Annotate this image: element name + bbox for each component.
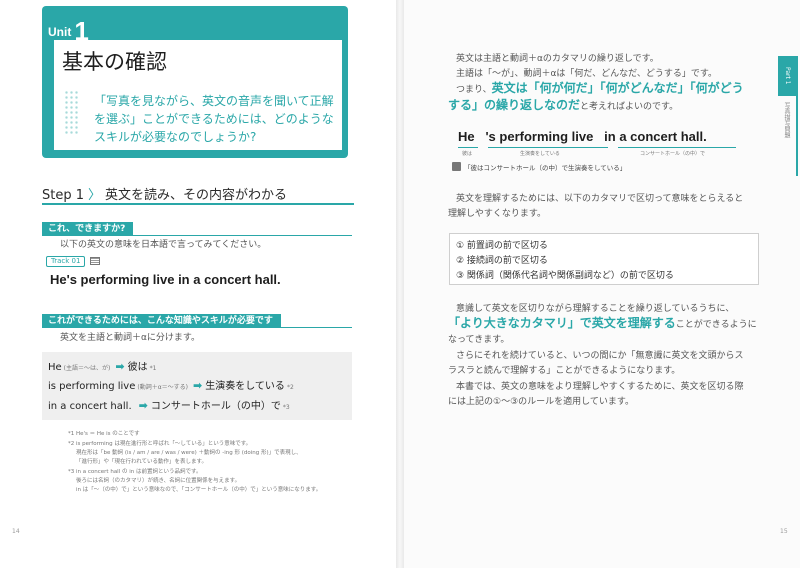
footnote: 現在形は「be 動詞 (is / am / are / was / were) … — [76, 450, 302, 456]
highlight-span: する」の繰り返しなのだ — [448, 98, 581, 112]
row-english: in a concert hall. — [48, 401, 132, 412]
row-japanese: 彼は — [127, 362, 148, 373]
section-side-label: 写真描写問題 — [783, 102, 790, 138]
paragraph-line: さらにそれを続けていると、いつの間にか「無意識に英文を文頭からス — [456, 351, 744, 361]
footnote: in は「〜（の中）で」という意味なので、「コンサートホール（の中）で」という意… — [76, 487, 322, 493]
highlight-span: 英文は「何が何だ」「何がどんなだ」「何がどう — [491, 81, 744, 95]
unit-question: 「写真を見ながら、英文の音声を聞いて正解を選ぶ」ことができるためには、どのような… — [94, 94, 334, 144]
example-sentence: He's performing live in a concert hall. — [50, 272, 281, 287]
row-footnote-ref: *2 — [286, 384, 294, 391]
part-tab[interactable]: Part 1 — [778, 56, 796, 96]
needs-tag: これができるためには、こんな知識やスキルが必要です — [42, 314, 281, 328]
breakdown-row: He (主語＝〜は、が) ➡ 彼は *1 — [48, 358, 158, 373]
chunk-underline — [488, 147, 608, 148]
arrow-right-icon: ➡ — [193, 379, 203, 392]
needs-rule — [42, 327, 352, 328]
chunk: 's performing live — [485, 129, 594, 144]
text-span: つまり、 — [456, 85, 492, 95]
paragraph-line: 理解しやすくなります。 — [448, 209, 547, 219]
step-label: Step 1 — [42, 188, 85, 203]
breakdown-row: is performing live (動詞＋α＝〜する) ➡ 生演奏をしている *2 — [48, 377, 296, 392]
paragraph-line: には上記の①〜③のルールを適用しています。 — [448, 397, 634, 407]
footnote: *2 is performing は現在進行形と呼ばれ「〜している」という意味で… — [68, 441, 252, 447]
can-you-rule — [42, 235, 352, 236]
chunk: in a concert hall. — [604, 129, 707, 144]
footnote: *3 in a concert hall の in は前置詞という品詞です。 — [68, 469, 202, 475]
paragraph-line: ラスラと読んで理解する」ことができるようになります。 — [448, 366, 681, 376]
footnote: 後ろには名詞（のカタマリ）が続き、名詞に位置関係を与えます。 — [76, 478, 241, 484]
row-japanese: 生演奏をしている — [205, 381, 285, 392]
page-number-left: 14 — [12, 528, 20, 535]
translation-icon — [452, 162, 461, 171]
row-japanese: コンサートホール（の中）で — [150, 401, 281, 412]
side-accent-line — [796, 56, 798, 176]
row-footnote-ref: *3 — [282, 404, 290, 411]
book-spread: Unit 1 基本の確認 「写真を見ながら、英文の音声を聞いて正解を選ぶ」ことがで… — [0, 0, 800, 568]
page-number-right: 15 — [780, 528, 788, 535]
rule-item: ③ 関係詞（関係代名詞や関係副詞など）の前で区切る — [456, 271, 674, 281]
chunked-sentence: He 's performing live in a concert hall. — [458, 129, 707, 144]
chunk-underline — [458, 147, 478, 148]
unit-label: Unit 1 — [48, 12, 89, 46]
chunk-label: コンサートホール（の中）で — [640, 151, 706, 157]
chevron-right-icon: 〉 — [88, 188, 102, 203]
highlight-line: 「より大きなカタマリ」で英文を理解することができるように — [448, 315, 757, 334]
dot-pattern — [64, 90, 80, 136]
rule-item: ② 接続詞の前で区切る — [456, 256, 548, 266]
arrow-right-icon: ➡ — [138, 399, 148, 412]
footnote: *1 He's ＝ He is のことです — [68, 431, 140, 437]
arrow-right-icon: ➡ — [115, 360, 125, 373]
paragraph-line: 英文を理解するためには、以下のカタマリで区切って意味をとらえると — [456, 194, 744, 204]
translation-text: 「彼はコンサートホール（の中）で生演奏をしている」 — [464, 164, 627, 172]
paragraph-line: 主語は「〜が」、動詞＋αは「何だ、どんなだ、どうする」です。 — [456, 69, 717, 79]
unit-word: Unit — [48, 25, 72, 39]
can-you-tag: これ、できますか? — [42, 222, 134, 236]
row-english: is performing live — [48, 381, 136, 392]
row-footnote-ref: *1 — [149, 365, 157, 372]
text-span: と考えればよいのです。 — [580, 102, 679, 112]
paragraph-line: 英文は主語と動詞＋αのカタマリの繰り返しです。 — [456, 54, 659, 64]
step-underline — [42, 203, 354, 205]
footnote: 「進行形」や「現在行われている動作」を表します。 — [76, 459, 208, 465]
step-title-text: 英文を読み、その内容がわかる — [105, 188, 288, 203]
needs-text: 英文を主語と動詞＋αに分けます。 — [60, 333, 201, 343]
highlight-line: する」の繰り返しなのだと考えればよいのです。 — [448, 97, 678, 116]
step-heading: Step 1 〉英文を読み、その内容がわかる — [42, 184, 287, 203]
chunk: He — [458, 129, 475, 144]
row-note: (主語＝〜は、が) — [63, 365, 111, 372]
can-you-text: 以下の英文の意味を日本語で言ってみてください。 — [60, 240, 267, 250]
chunk-label: 彼は — [462, 151, 473, 157]
paragraph-line: 本書では、英文の意味をより理解しやすくするために、英文を区切る際 — [456, 382, 744, 392]
text-span: ことができるように — [675, 320, 757, 330]
paragraph-line: なってきます。 — [448, 335, 510, 345]
breakdown-row: in a concert hall. ➡ コンサートホール（の中）で *3 — [48, 397, 292, 412]
rule-item: ① 前置詞の前で区切る — [456, 241, 548, 251]
track-badge[interactable]: Track 01 — [46, 256, 86, 267]
chunk-label: 生演奏をしている — [520, 151, 560, 157]
chunk-underline — [618, 147, 736, 148]
audio-icon — [90, 257, 100, 265]
highlight-span: 「より大きなカタマリ」で英文を理解する — [448, 316, 676, 330]
unit-title: 基本の確認 — [62, 50, 167, 74]
paragraph-line: 意識して英文を区切りながら理解することを繰り返しているうちに、 — [456, 304, 735, 314]
row-english: He — [48, 362, 62, 373]
row-note: (動詞＋α＝〜する) — [137, 384, 189, 391]
